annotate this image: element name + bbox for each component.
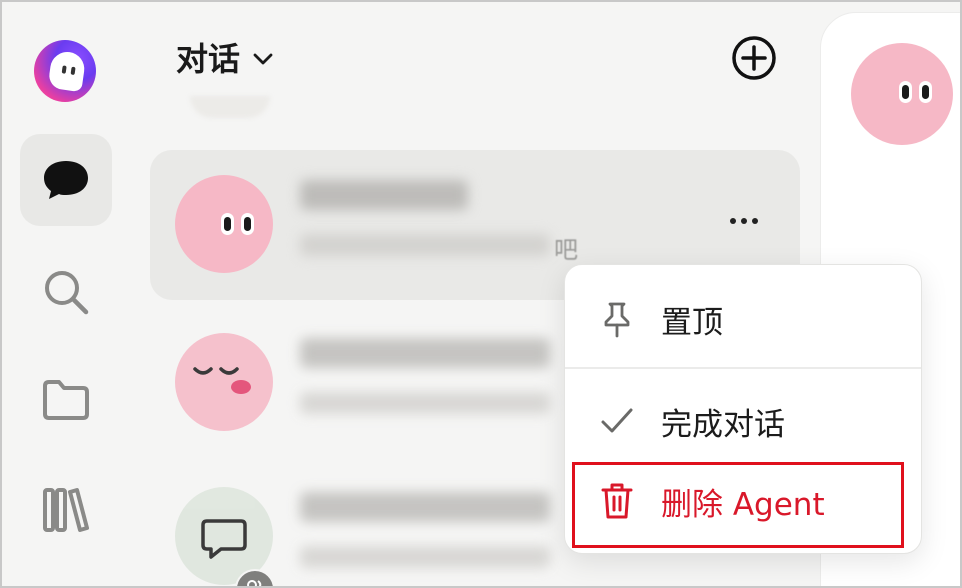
context-menu: 置顶 完成对话 删除 Agent	[564, 264, 922, 554]
new-chat-plus-icon[interactable]	[730, 34, 778, 82]
nav-search-button[interactable]	[20, 246, 112, 338]
conversation-preview-blurred	[300, 234, 550, 256]
page-title: 对话	[176, 40, 241, 78]
left-rail	[0, 0, 130, 588]
trash-icon	[599, 483, 635, 519]
menu-item-pin[interactable]: 置顶	[565, 271, 921, 367]
check-icon	[599, 403, 635, 439]
pin-icon	[599, 301, 635, 338]
menu-item-label: 完成对话	[661, 406, 785, 443]
menu-divider	[565, 367, 921, 369]
conversation-preview-tail: 吧	[554, 236, 578, 264]
nav-library-button[interactable]	[20, 464, 112, 556]
menu-item-label: 置顶	[661, 304, 723, 341]
conversation-filter-dropdown[interactable]: 对话	[176, 34, 274, 80]
folder-icon	[43, 380, 89, 420]
conversation-name-blurred	[300, 180, 468, 210]
more-options-button[interactable]	[724, 206, 764, 236]
chat-bubble-icon	[44, 161, 88, 199]
app-logo[interactable]	[34, 40, 96, 102]
library-books-icon	[43, 488, 89, 532]
chevron-down-icon	[253, 53, 273, 65]
menu-item-label: 删除 Agent	[661, 486, 825, 523]
avatar	[175, 175, 273, 273]
nav-chat-button[interactable]	[20, 134, 112, 226]
group-users-icon	[235, 569, 275, 588]
menu-item-delete-agent[interactable]: 删除 Agent	[565, 453, 921, 549]
ghost-logo-icon	[47, 49, 87, 93]
list-item-peek	[190, 96, 270, 118]
conversation-preview-blurred	[300, 392, 550, 414]
conversation-name-blurred	[300, 338, 550, 368]
search-icon	[45, 271, 89, 315]
sleepy-face-icon	[193, 367, 251, 394]
agent-avatar	[851, 43, 953, 145]
conversation-preview-blurred	[300, 546, 550, 568]
avatar	[175, 487, 275, 588]
avatar	[175, 333, 273, 431]
conversation-name-blurred	[300, 492, 550, 522]
nav-files-button[interactable]	[20, 354, 112, 446]
